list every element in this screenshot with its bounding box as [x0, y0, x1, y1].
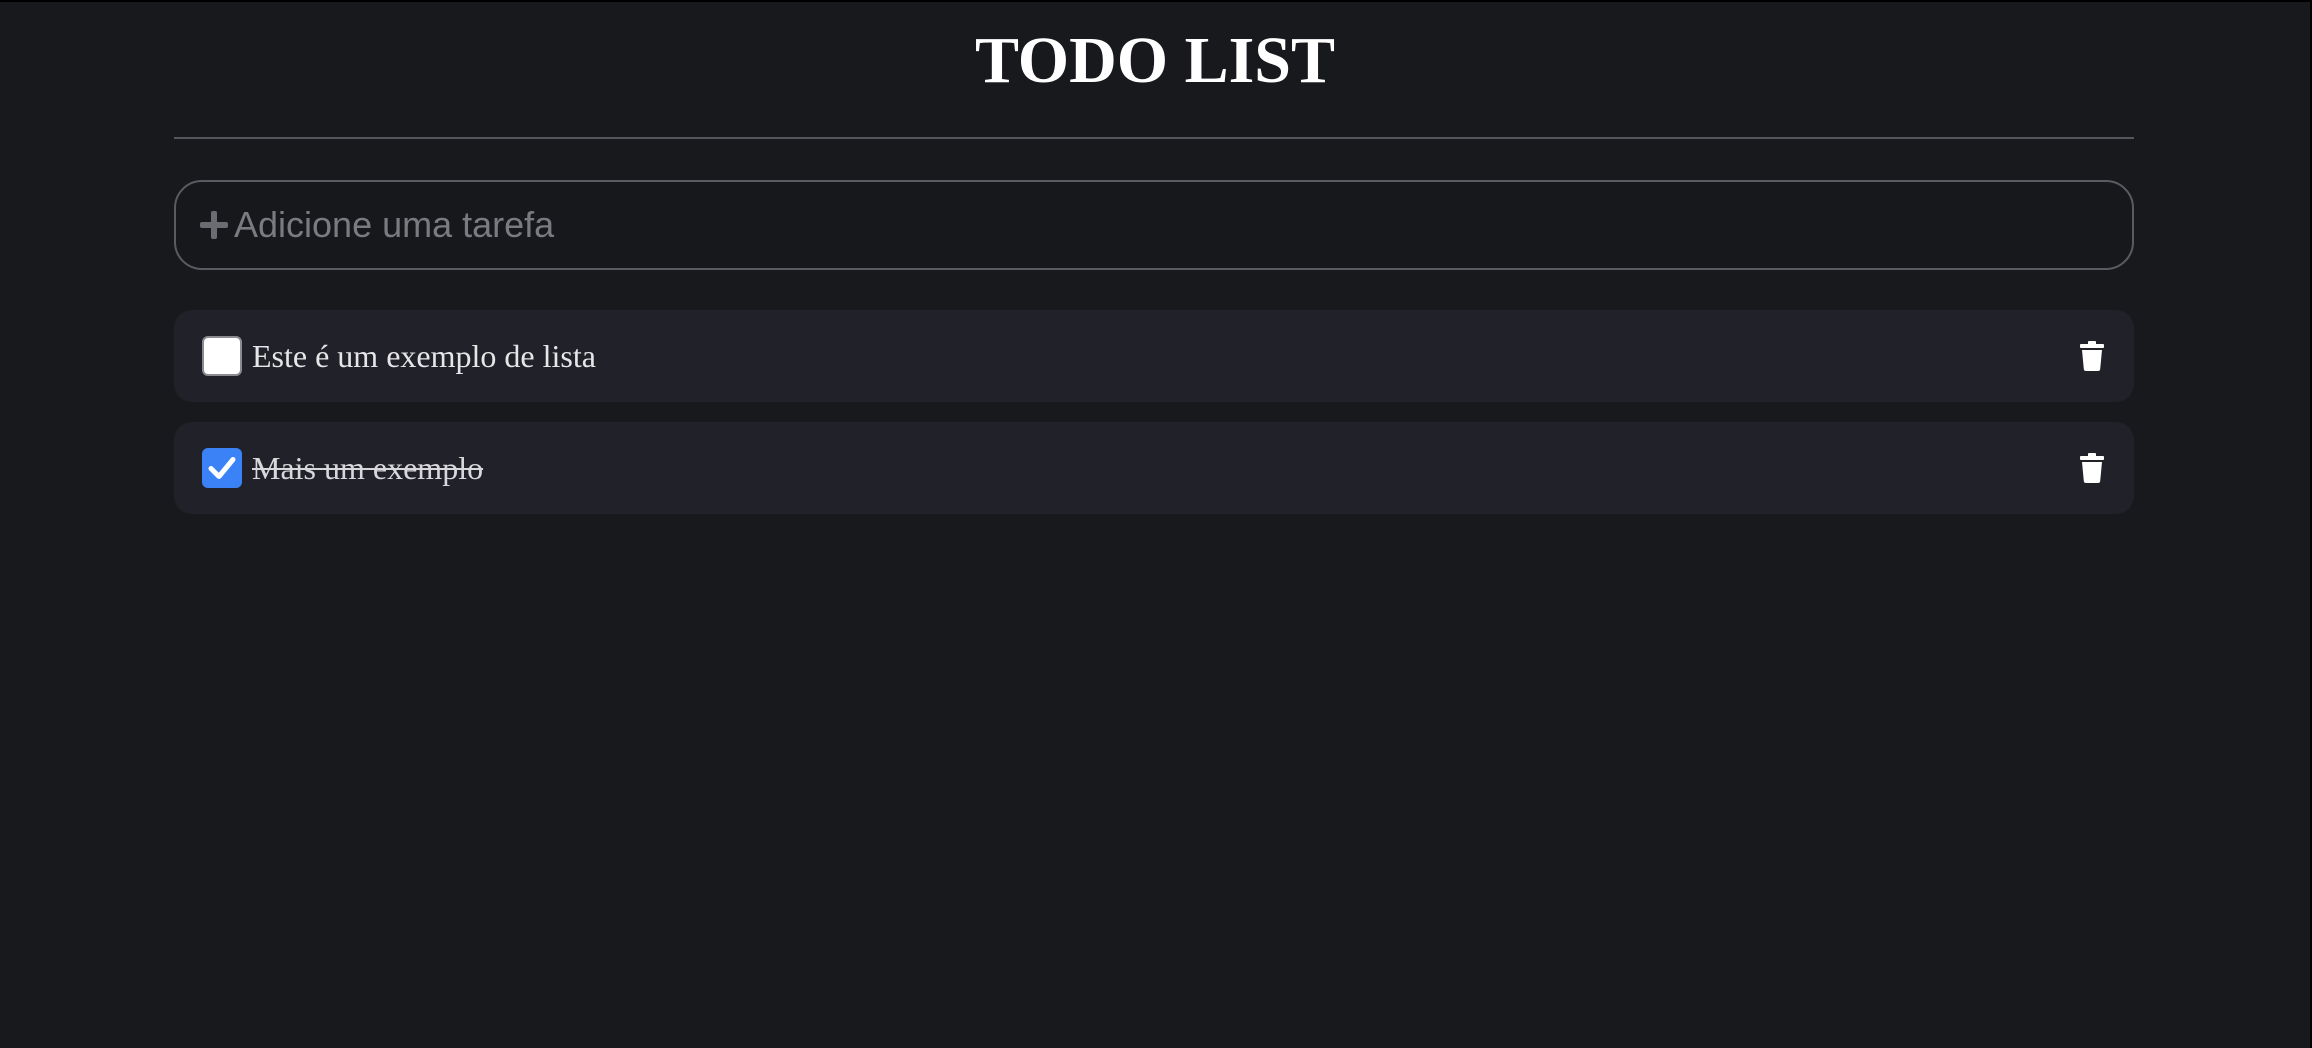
task-text: Mais um exemplo	[252, 449, 484, 486]
checkmark-icon	[208, 457, 236, 479]
add-task-input[interactable]	[232, 194, 2132, 256]
task-text: Este é um exemplo de lista	[252, 337, 596, 374]
task-checkbox[interactable]	[202, 448, 242, 488]
task-checkbox[interactable]	[202, 336, 242, 376]
title-divider	[174, 137, 2134, 139]
page-title: TODO LIST	[974, 24, 1336, 97]
task-item: Este é um exemplo de lista	[174, 310, 2134, 402]
add-task-field[interactable]	[174, 180, 2134, 270]
trash-icon[interactable]	[2080, 341, 2104, 371]
plus-icon	[200, 211, 228, 239]
trash-icon[interactable]	[2080, 453, 2104, 483]
task-item: Mais um exemplo	[174, 422, 2134, 514]
